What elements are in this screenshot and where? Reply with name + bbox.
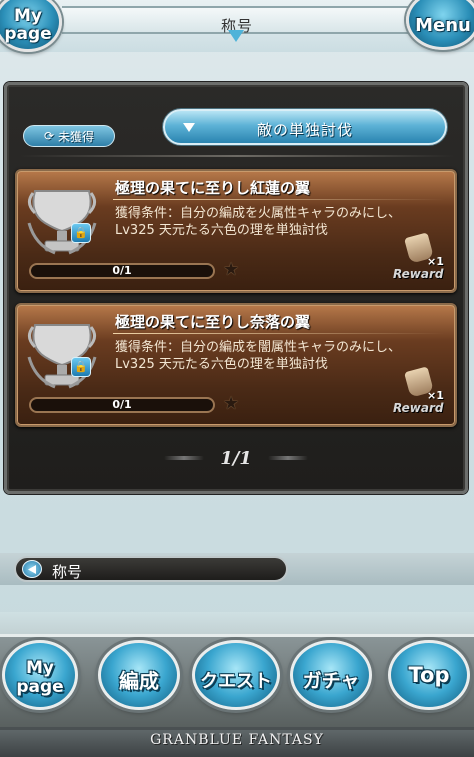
condition-line: 獲得条件：自分の編成を火属性キャラのみにし、 xyxy=(115,206,402,221)
title-name: 極理の果てに至りし紅蓮の翼 xyxy=(115,179,311,197)
breadcrumb: 称号 xyxy=(0,553,474,585)
refresh-icon: ⟳ xyxy=(43,129,55,143)
breadcrumb-label: 称号 xyxy=(52,563,83,581)
star-icon: ★ xyxy=(223,393,240,414)
title-list-panel: ⟳ 未獲得 敵の単独討伐 🔒 極理の果てに至りし紅蓮の翼 獲得条件：自分の編成を… xyxy=(4,82,468,494)
pager: 1/1 xyxy=(7,443,465,473)
trophy-icon xyxy=(27,324,97,389)
reward-label: Reward xyxy=(393,267,444,281)
progress-text: 0/1 xyxy=(112,398,132,411)
gem-icon xyxy=(228,30,244,42)
mypage-button[interactable]: My page xyxy=(0,0,62,52)
star-icon: ★ xyxy=(223,259,240,280)
menu-button[interactable]: Menu xyxy=(406,0,474,50)
title-card[interactable]: 🔒 極理の果てに至りし奈落の翼 獲得条件：自分の編成を闇属性キャラのみにし、 L… xyxy=(15,303,457,427)
page-indicator: 1/1 xyxy=(220,447,252,469)
prev-page-arrow[interactable] xyxy=(164,456,205,460)
nav-top-button[interactable]: Top xyxy=(388,640,470,710)
category-select[interactable]: 敵の単独討伐 xyxy=(163,109,447,145)
footer-nav: My page 編成 クエスト ガチャ Top GRANBLUE FANTASY xyxy=(0,612,474,757)
trophy-icon xyxy=(27,190,97,255)
nav-mypage-button[interactable]: My page xyxy=(2,640,78,710)
progress-bar: 0/1 xyxy=(29,263,215,279)
header: 称号 My page Menu xyxy=(0,0,474,52)
nav-quest-button[interactable]: クエスト xyxy=(192,640,280,710)
game-logo: GRANBLUE FANTASY xyxy=(150,732,324,748)
title-underline xyxy=(113,333,445,334)
lock-icon: 🔒 xyxy=(71,357,91,377)
unacquired-label: 未獲得 xyxy=(58,129,95,144)
back-button[interactable]: 称号 xyxy=(14,556,288,582)
condition-line: 獲得条件：自分の編成を闇属性キャラのみにし、 xyxy=(115,340,402,355)
reward: ×1 Reward xyxy=(389,366,449,419)
back-arrow-icon xyxy=(22,560,42,578)
progress-text: 0/1 xyxy=(112,264,132,277)
title-name: 極理の果てに至りし奈落の翼 xyxy=(115,313,311,331)
title-underline xyxy=(113,199,445,200)
lock-icon: 🔒 xyxy=(71,223,91,243)
nav-gacha-button[interactable]: ガチャ xyxy=(290,640,372,710)
divider xyxy=(19,155,455,157)
next-page-arrow[interactable] xyxy=(267,456,308,460)
header-bar: 称号 xyxy=(62,6,412,35)
unacquired-toggle-button[interactable]: ⟳ 未獲得 xyxy=(23,125,115,147)
nav-party-button[interactable]: 編成 xyxy=(98,640,180,710)
category-select-value: 敵の単独討伐 xyxy=(256,121,353,139)
reward: ×1 Reward xyxy=(389,232,449,285)
progress-bar: 0/1 xyxy=(29,397,215,413)
title-card[interactable]: 🔒 極理の果てに至りし紅蓮の翼 獲得条件：自分の編成を火属性キャラのみにし、 L… xyxy=(15,169,457,293)
reward-label: Reward xyxy=(393,401,444,415)
